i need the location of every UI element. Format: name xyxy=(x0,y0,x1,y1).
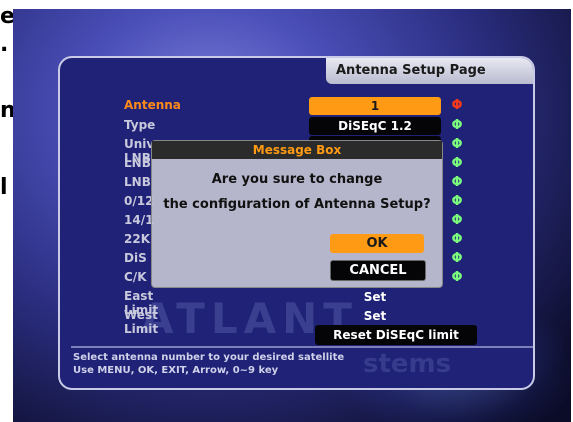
message-line-1: Are you sure to change xyxy=(211,172,383,187)
option-icon[interactable]: Φ xyxy=(450,269,464,287)
option-icon[interactable]: Φ xyxy=(450,212,464,230)
option-icon[interactable]: Φ xyxy=(450,250,464,268)
option-icon[interactable]: Φ xyxy=(450,231,464,249)
message-box-title: Message Box xyxy=(152,141,442,159)
menu-label-type[interactable]: Type xyxy=(124,118,155,132)
brand-watermark-2: stems xyxy=(363,349,452,379)
help-line-2: Use MENU, OK, EXIT, Arrow, 0~9 key xyxy=(73,365,279,376)
reset-diseqc-button[interactable]: Reset DiSEqC limit xyxy=(315,325,477,345)
menu-label-14-18v[interactable]: 14/1 xyxy=(124,213,153,227)
divider xyxy=(71,346,533,348)
message-line-2: the configuration of Antenna Setup? xyxy=(163,197,431,212)
ok-button[interactable]: OK xyxy=(330,234,424,253)
menu-label-c-ku[interactable]: C/K xyxy=(124,270,147,284)
option-icon[interactable]: Φ xyxy=(450,193,464,211)
option-icon[interactable]: Φ xyxy=(450,136,464,154)
menu-label-west-limit[interactable]: West Limit xyxy=(124,308,158,336)
menu-label-antenna[interactable]: Antenna xyxy=(124,98,181,112)
option-icon[interactable]: Φ xyxy=(450,117,464,135)
help-line-1: Select antenna number to your desired sa… xyxy=(73,352,345,363)
menu-value-antenna[interactable]: 1 xyxy=(309,97,441,115)
menu-label-0-12v[interactable]: 0/12 xyxy=(124,194,153,208)
menu-value-east-limit[interactable]: Set xyxy=(309,288,441,306)
cropped-text-2: . xyxy=(0,32,9,57)
option-icon[interactable]: Φ xyxy=(450,155,464,173)
option-icon[interactable]: Φ xyxy=(450,97,464,115)
option-icon[interactable]: Φ xyxy=(450,174,464,192)
cancel-button[interactable]: CANCEL xyxy=(330,260,426,281)
menu-value-west-limit[interactable]: Set xyxy=(309,307,441,325)
message-box-dialog: Message Box Are you sure to change the c… xyxy=(151,140,443,288)
menu-label-22k[interactable]: 22K xyxy=(124,232,150,246)
menu-label-lnb-1[interactable]: LNB xyxy=(124,156,151,170)
cropped-text-4: l xyxy=(0,175,8,200)
page-title: Antenna Setup Page xyxy=(326,58,533,84)
menu-label-lnb-2[interactable]: LNB xyxy=(124,175,151,189)
tv-screen: Antenna Setup Page ATLANT stems Antenna … xyxy=(13,9,571,422)
menu-label-diseqc[interactable]: DiS xyxy=(124,251,147,265)
menu-value-type[interactable]: DiSEqC 1.2 xyxy=(309,117,441,135)
